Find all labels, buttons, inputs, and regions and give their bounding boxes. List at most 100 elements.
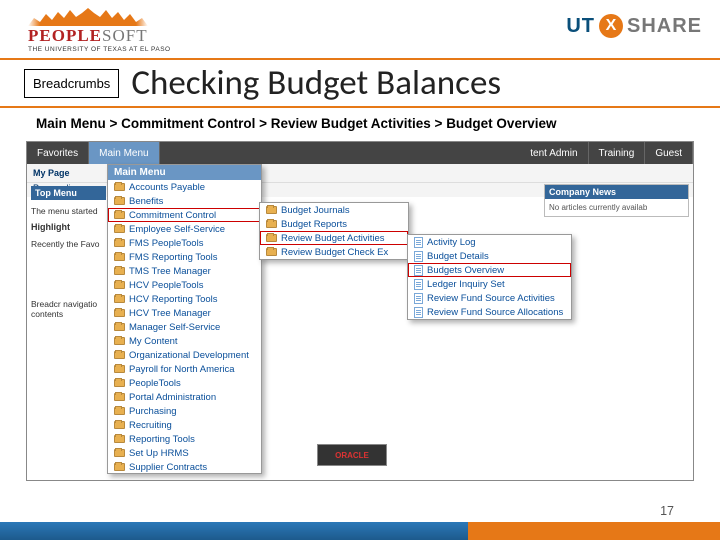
- tab-favorites[interactable]: Favorites: [27, 142, 89, 164]
- logo-peoplesoft: PEOPLESOFT THE UNIVERSITY OF TEXAS AT EL…: [28, 6, 171, 53]
- menu-item-label: My Content: [129, 336, 178, 347]
- menu-commitment-control[interactable]: Budget JournalsBudget ReportsReview Budg…: [259, 202, 409, 260]
- menu-item-label: Manager Self-Service: [129, 322, 220, 333]
- left-info-pane: Top Menu The menu started Highlight Rece…: [31, 186, 106, 326]
- menu-item[interactable]: Review Fund Source Allocations: [408, 305, 571, 319]
- slide-footer: [0, 522, 720, 540]
- menu-item-label: HCV PeopleTools: [129, 280, 203, 291]
- menu-rb-items[interactable]: Activity LogBudget Details Budgets Overvi…: [408, 235, 571, 319]
- menu-item[interactable]: Activity Log: [408, 235, 571, 249]
- menu-item[interactable]: FMS PeopleTools: [108, 236, 261, 250]
- menu-item[interactable]: Review Fund Source Activities: [408, 291, 571, 305]
- menu-cc-items[interactable]: Budget JournalsBudget ReportsReview Budg…: [260, 203, 408, 259]
- folder-icon: [114, 323, 125, 331]
- page-number: 17: [660, 504, 674, 518]
- menu-item[interactable]: PeopleTools: [108, 376, 261, 390]
- tab-guest[interactable]: Guest: [645, 142, 693, 164]
- tab-training[interactable]: Training: [589, 142, 646, 164]
- doc-icon: [414, 265, 423, 276]
- brand-soft: SOFT: [102, 26, 148, 45]
- menu-item[interactable]: Benefits: [108, 194, 261, 208]
- right-column: Company News No articles currently avail…: [544, 184, 689, 217]
- menu-item-label: Supplier Contracts: [129, 462, 207, 473]
- menu-item[interactable]: Budget Details: [408, 249, 571, 263]
- menu-item[interactable]: Manager Self-Service: [108, 320, 261, 334]
- breadcrumb: Main Menu > Commitment Control > Review …: [0, 108, 720, 141]
- folder-icon: [114, 267, 125, 275]
- menu-item-label: Activity Log: [427, 237, 476, 248]
- brand-subtitle: THE UNIVERSITY OF TEXAS AT EL PASO: [28, 46, 171, 53]
- menu-item-label: Set Up HRMS: [129, 448, 189, 459]
- doc-icon: [414, 293, 423, 304]
- title-row: Breadcrumbs Checking Budget Balances: [0, 60, 720, 108]
- left-p2: Recently the Favo: [31, 239, 106, 249]
- left-p3: Breadcr navigatio contents: [31, 299, 106, 319]
- logo-x-icon: X: [599, 14, 623, 38]
- menu-item[interactable]: Review Budget Check Ex: [260, 245, 408, 259]
- menu-item[interactable]: Ledger Inquiry Set: [408, 277, 571, 291]
- menu-item[interactable]: TMS Tree Manager: [108, 264, 261, 278]
- folder-icon: [114, 211, 125, 219]
- menu-item-label: Review Fund Source Activities: [427, 293, 555, 304]
- menu-item[interactable]: HCV Tree Manager: [108, 306, 261, 320]
- menu-item[interactable]: Organizational Development: [108, 348, 261, 362]
- folder-icon: [114, 379, 125, 387]
- doc-icon: [414, 251, 423, 262]
- left-p1: The menu started: [31, 206, 106, 216]
- menu-item[interactable]: Recruiting: [108, 418, 261, 432]
- folder-icon: [266, 234, 277, 242]
- menu-item-label: Commitment Control: [129, 210, 216, 221]
- folder-icon: [114, 337, 125, 345]
- menu-main-items[interactable]: Accounts Payable Benefits Commitment Contr…: [108, 180, 261, 474]
- menu-item-label: FMS PeopleTools: [129, 238, 203, 249]
- menu-item[interactable]: Set Up HRMS: [108, 446, 261, 460]
- topmenu-hdr: Top Menu: [31, 186, 106, 200]
- menu-item[interactable]: My Content: [108, 334, 261, 348]
- menu-item-label: Benefits: [129, 196, 163, 207]
- menu-item[interactable]: Budget Journals: [260, 203, 408, 217]
- tab-admin[interactable]: tent Admin: [520, 142, 588, 164]
- folder-icon: [266, 206, 277, 214]
- menu-item[interactable]: Purchasing: [108, 404, 261, 418]
- menu-item-label: TMS Tree Manager: [129, 266, 211, 277]
- menu-item[interactable]: Supplier Contracts: [108, 460, 261, 474]
- folder-icon: [114, 393, 125, 401]
- menu-review-budget[interactable]: Activity LogBudget Details Budgets Overvi…: [407, 234, 572, 320]
- menu-item[interactable]: FMS Reporting Tools: [108, 250, 261, 264]
- folder-icon: [114, 295, 125, 303]
- menu-item-label: Reporting Tools: [129, 434, 195, 445]
- menu-item[interactable]: Budget Reports: [260, 217, 408, 231]
- logo-ut: UT: [566, 15, 595, 38]
- skyline-graphic: [28, 6, 148, 26]
- folder-icon: [114, 365, 125, 373]
- highlight-hdr: Highlight: [31, 222, 106, 233]
- menu-item[interactable]: Payroll for North America: [108, 362, 261, 376]
- folder-icon: [114, 253, 125, 261]
- folder-icon: [114, 351, 125, 359]
- menu-item-label: Ledger Inquiry Set: [427, 279, 505, 290]
- menu-item[interactable]: Reporting Tools: [108, 432, 261, 446]
- menu-item[interactable]: HCV Reporting Tools: [108, 292, 261, 306]
- menu-item[interactable]: Portal Administration: [108, 390, 261, 404]
- folder-icon: [114, 407, 125, 415]
- menu-item[interactable]: Budgets Overview: [408, 263, 571, 277]
- mypage-label[interactable]: My Page: [33, 168, 70, 178]
- menu-item[interactable]: Review Budget Activities: [260, 231, 408, 245]
- folder-icon: [114, 197, 125, 205]
- menu-item-label: Accounts Payable: [129, 182, 205, 193]
- menu-item[interactable]: Accounts Payable: [108, 180, 261, 194]
- menu-item-label: Budgets Overview: [427, 265, 504, 276]
- menu-main[interactable]: Main Menu Accounts PayableBenefitsCommit…: [107, 164, 262, 474]
- news-body: No articles currently availab: [545, 199, 688, 216]
- menu-item[interactable]: HCV PeopleTools: [108, 278, 261, 292]
- menu-item[interactable]: Employee Self-Service: [108, 222, 261, 236]
- screenshot-container: Favorites Main Menu tent Admin Training …: [26, 141, 694, 481]
- tab-main-menu[interactable]: Main Menu: [89, 142, 159, 164]
- page-title: Checking Budget Balances: [131, 62, 501, 104]
- folder-icon: [114, 449, 125, 457]
- folder-icon: [266, 220, 277, 228]
- folder-icon: [114, 225, 125, 233]
- breadcrumb-label-box: Breadcrumbs: [24, 69, 119, 98]
- folder-icon: [266, 248, 277, 256]
- menu-item[interactable]: Commitment Control: [108, 208, 261, 222]
